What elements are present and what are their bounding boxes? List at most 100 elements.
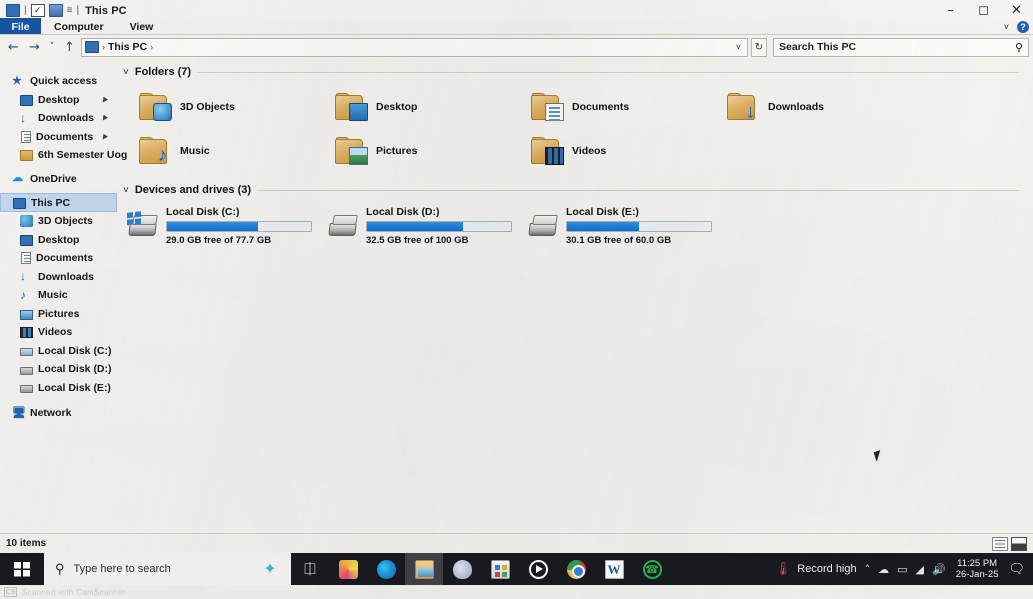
pin-icon[interactable]: ▼ [98, 112, 111, 125]
folder-item[interactable]: Documents [531, 85, 727, 129]
folder-item[interactable]: Pictures [335, 129, 531, 173]
sidebar-item-label: 6th Semester Uog [38, 149, 128, 162]
monitor-icon [13, 197, 26, 209]
sidebar-item-network[interactable]: 🖥 Network [0, 404, 117, 423]
qat-overflow-icon[interactable]: ≡ [67, 5, 73, 16]
taskbar-app-chrome[interactable] [557, 553, 595, 585]
sidebar-item-local-disk-e[interactable]: Local Disk (E:) [0, 379, 117, 398]
sidebar-item-label: Local Disk (E:) [38, 381, 111, 394]
search-input[interactable]: Search This PC [779, 41, 1015, 53]
sidebar-item-music[interactable]: ♪ Music [0, 286, 117, 305]
taskbar-search-input[interactable]: Type here to search [74, 563, 171, 575]
recent-locations-button[interactable]: ˅ [46, 37, 58, 57]
drive-info: Local Disk (E:) 30.1 GB free of 60.0 GB [566, 204, 712, 246]
pin-icon[interactable]: ▼ [98, 93, 111, 106]
clock-date: 26-Jan-25 [955, 569, 999, 580]
drive-label: Local Disk (D:) [366, 206, 440, 218]
taskbar-app-word[interactable]: W [595, 553, 633, 585]
drive-item[interactable]: Local Disk (D:) 32.5 GB free of 100 GB [327, 204, 527, 248]
taskbar-app-edge[interactable] [367, 553, 405, 585]
start-button[interactable] [0, 553, 44, 585]
sidebar-item-3d-objects[interactable]: 3D Objects [0, 212, 117, 231]
folder-item[interactable]: Desktop [335, 85, 531, 129]
sidebar-item-documents[interactable]: Documents [0, 249, 117, 268]
back-button[interactable]: ← [4, 37, 23, 57]
details-view-icon[interactable] [992, 536, 1008, 551]
ribbon-tabs: File Computer View ˅ ? [0, 18, 1033, 35]
up-button[interactable]: ↑ [60, 37, 79, 57]
network-icon[interactable]: ◢ [916, 563, 924, 576]
sidebar-item-desktop-qa[interactable]: Desktop ▼ [0, 91, 117, 110]
sidebar-item-downloads-qa[interactable]: ↓ Downloads ▼ [0, 109, 117, 128]
chevron-down-icon[interactable]: ˅ [123, 67, 129, 78]
breadcrumb[interactable]: › This PC › ˅ [81, 37, 748, 57]
folder-item[interactable]: Videos [531, 129, 727, 173]
sidebar-item-onedrive[interactable]: ☁ OneDrive [0, 170, 117, 189]
clock[interactable]: 11:25 PM 26-Jan-25 [956, 558, 999, 581]
chevron-down-icon[interactable]: ˅ [733, 42, 744, 52]
monitor-icon [20, 94, 33, 106]
drive-free-text: 30.1 GB free of 60.0 GB [566, 235, 672, 246]
show-hidden-icons-button[interactable]: ˄ [865, 563, 871, 576]
drives-group-header[interactable]: ˅ Devices and drives (3) [117, 181, 1033, 199]
breadcrumb-item-this-pc[interactable]: This PC [108, 41, 147, 53]
tab-computer[interactable]: Computer [41, 18, 117, 35]
folders-group-title: Folders (7) [134, 66, 192, 78]
drive-label: Local Disk (E:) [566, 206, 639, 218]
sidebar-item-label: Documents [36, 130, 94, 143]
media-player-icon [528, 559, 548, 579]
help-icon[interactable]: ? [1017, 20, 1029, 33]
battery-icon[interactable]: ▭ [897, 563, 907, 576]
properties-icon[interactable]: ✓ [30, 4, 45, 17]
tab-view[interactable]: View [117, 18, 167, 35]
tab-file[interactable]: File [0, 18, 41, 35]
sidebar-item-videos[interactable]: Videos [0, 323, 117, 342]
action-center-icon[interactable]: 🗨 [1008, 561, 1025, 577]
refresh-button[interactable]: ↻ [751, 37, 767, 57]
sidebar-item-this-pc[interactable]: This PC [0, 193, 117, 212]
onedrive-icon[interactable]: ☁ [878, 563, 889, 576]
taskbar-app-task-view[interactable]: ⎅ [291, 553, 329, 585]
folder-item[interactable]: 3D Objects [139, 85, 335, 129]
large-icons-view-icon[interactable] [1011, 536, 1027, 551]
taskbar-app-office[interactable] [329, 553, 367, 585]
drives-group-title: Devices and drives (3) [134, 184, 252, 196]
drive-info: Local Disk (D:) 32.5 GB free of 100 GB [366, 204, 512, 246]
sidebar-item-local-disk-d[interactable]: Local Disk (D:) [0, 360, 117, 379]
sidebar-item-documents-qa[interactable]: Documents ▼ [0, 128, 117, 147]
drive-item[interactable]: Local Disk (C:) 29.0 GB free of 77.7 GB [127, 204, 327, 248]
taskbar-app-paint[interactable] [443, 553, 481, 585]
volume-icon[interactable]: 🔊 [932, 563, 946, 576]
folder-label: Downloads [768, 101, 825, 113]
this-pc-icon [6, 4, 20, 17]
thermometer-icon: 🌡 [774, 561, 792, 576]
forward-button[interactable]: → [25, 37, 44, 57]
weather-widget[interactable]: 🌡 Record high [775, 561, 857, 577]
taskbar-search-box[interactable]: ⚲ Type here to search [44, 553, 249, 585]
taskbar-app-whatsapp[interactable]: ☎ [633, 553, 671, 585]
pin-icon[interactable]: ▼ [98, 130, 111, 143]
quick-access-toolbar[interactable]: | ✓ ≡ | [0, 4, 79, 17]
download-icon: ↓ [20, 269, 26, 284]
sidebar-item-label: This PC [31, 196, 71, 209]
new-folder-icon[interactable] [48, 4, 63, 17]
breadcrumb-separator-2[interactable]: › [150, 42, 153, 52]
chevron-down-icon[interactable]: ˅ [1004, 22, 1009, 32]
sidebar-item-pictures[interactable]: Pictures [0, 305, 117, 324]
sidebar-item-6th-semester-uog[interactable]: 6th Semester Uog [0, 146, 127, 165]
chevron-down-icon[interactable]: ˅ [123, 185, 129, 196]
taskbar-app-store[interactable] [481, 553, 519, 585]
sidebar-item-quick-access[interactable]: ★ Quick access [0, 72, 117, 91]
folders-group-header[interactable]: ˅ Folders (7) [117, 63, 1033, 81]
taskbar-app-media-player[interactable] [519, 553, 557, 585]
music-note-icon: ♪ [20, 287, 26, 302]
search-box[interactable]: Search This PC ⚲ [773, 37, 1029, 57]
cortana-button[interactable]: ✦ [249, 553, 291, 585]
sidebar-item-local-disk-c[interactable]: Local Disk (C:) [0, 342, 117, 361]
folder-item[interactable]: ♪ Music [139, 129, 335, 173]
folder-item[interactable]: ↓ Downloads [727, 85, 923, 129]
sidebar-item-downloads[interactable]: ↓ Downloads [0, 268, 117, 287]
taskbar-app-file-explorer[interactable] [405, 553, 443, 585]
sidebar-item-desktop[interactable]: Desktop [0, 231, 117, 250]
drive-item[interactable]: Local Disk (E:) 30.1 GB free of 60.0 GB [527, 204, 727, 248]
